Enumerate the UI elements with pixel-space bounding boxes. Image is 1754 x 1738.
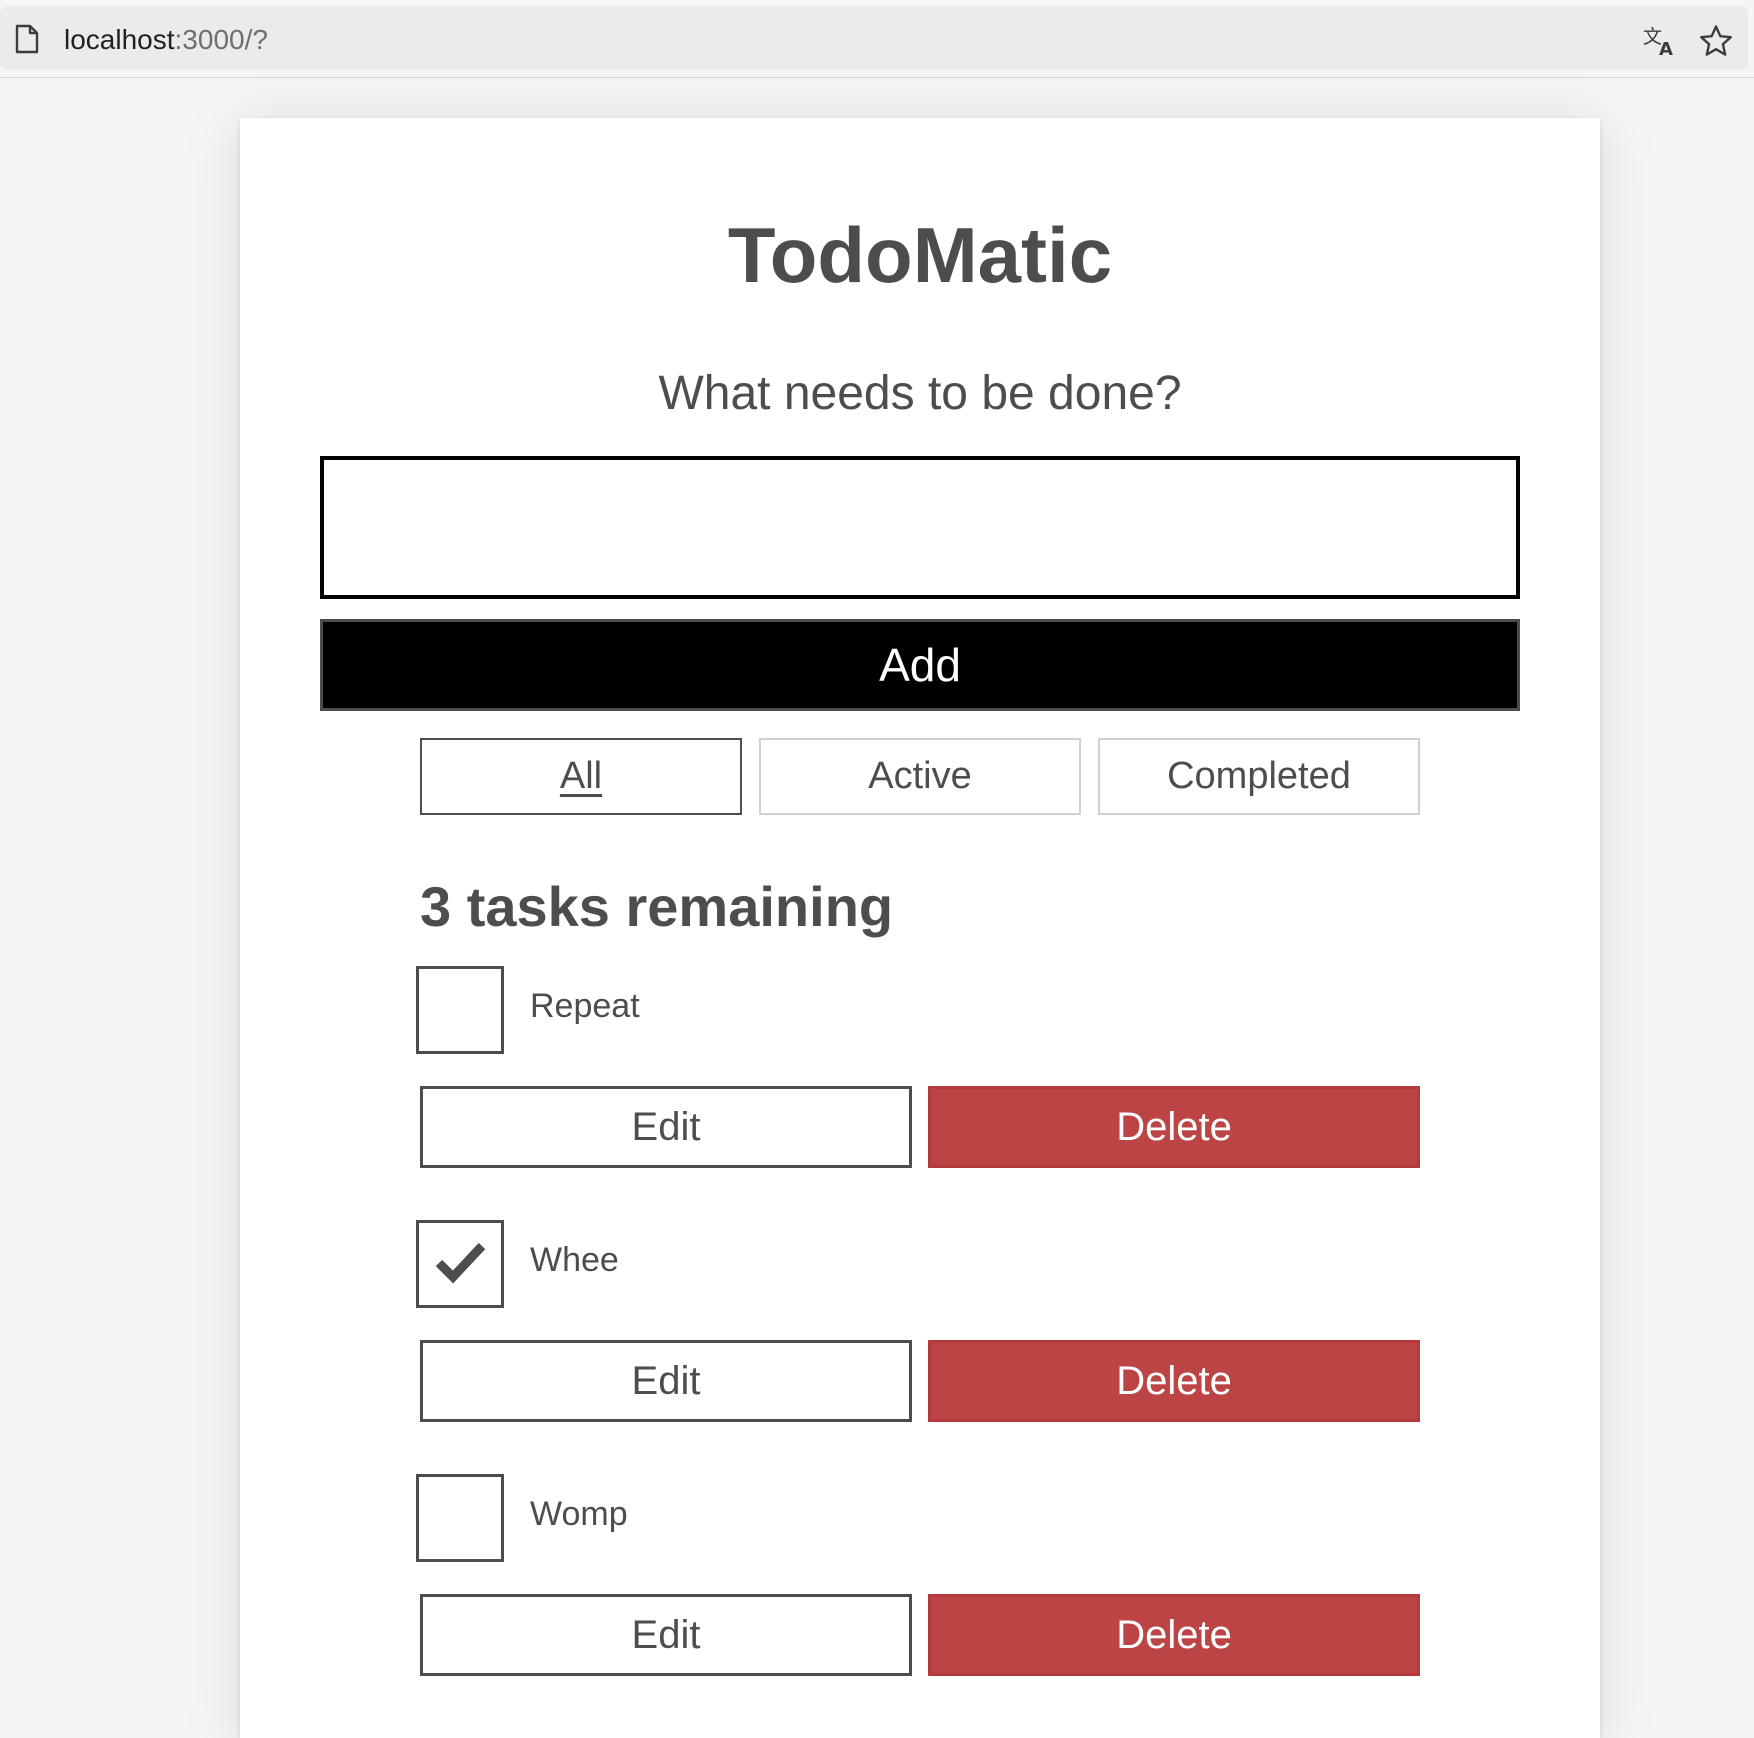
- todo-item: Womp Edit Delete: [416, 1474, 1426, 1684]
- add-button[interactable]: Add: [320, 619, 1520, 711]
- todo-checkbox[interactable]: [416, 966, 504, 1054]
- filter-active-button[interactable]: Active: [759, 738, 1081, 815]
- page-icon: [14, 24, 40, 54]
- filter-all-button[interactable]: All: [420, 738, 742, 815]
- todo-checkbox[interactable]: [416, 1220, 504, 1308]
- todo-label: Whee: [530, 1241, 619, 1279]
- delete-button[interactable]: Delete: [928, 1340, 1420, 1422]
- todo-item: Whee Edit Delete: [416, 1220, 1426, 1430]
- url-host: localhost: [64, 24, 175, 55]
- url-text[interactable]: localhost:3000/?: [64, 24, 268, 56]
- tasks-remaining-heading: 3 tasks remaining: [420, 875, 894, 938]
- url-port-path: :3000/?: [174, 24, 268, 55]
- new-todo-label: What needs to be done?: [658, 367, 1182, 420]
- todo-checkbox[interactable]: [416, 1474, 504, 1562]
- todo-label: Repeat: [530, 987, 640, 1025]
- todo-item: Repeat Edit Delete: [416, 966, 1426, 1176]
- app-title: TodoMatic: [727, 211, 1113, 299]
- checkmark-icon: [435, 1242, 486, 1284]
- filter-completed-button[interactable]: Completed: [1098, 738, 1420, 815]
- edit-button[interactable]: Edit: [420, 1086, 912, 1168]
- browser-divider: [0, 77, 1754, 78]
- todo-app-card: TodoMatic What needs to be done? Add All…: [240, 118, 1600, 1738]
- new-todo-input[interactable]: [320, 456, 1520, 599]
- delete-button[interactable]: Delete: [928, 1086, 1420, 1168]
- bookmark-star-icon[interactable]: [1699, 24, 1733, 58]
- edit-button[interactable]: Edit: [420, 1594, 912, 1676]
- svg-text:A: A: [1659, 39, 1673, 58]
- filter-button-group: All Active Completed: [420, 738, 1420, 815]
- browser-address-bar[interactable]: localhost:3000/? 文 A: [0, 6, 1748, 70]
- edit-button[interactable]: Edit: [420, 1340, 912, 1422]
- todo-label: Womp: [530, 1495, 628, 1533]
- delete-button[interactable]: Delete: [928, 1594, 1420, 1676]
- translate-icon[interactable]: 文 A: [1642, 24, 1678, 60]
